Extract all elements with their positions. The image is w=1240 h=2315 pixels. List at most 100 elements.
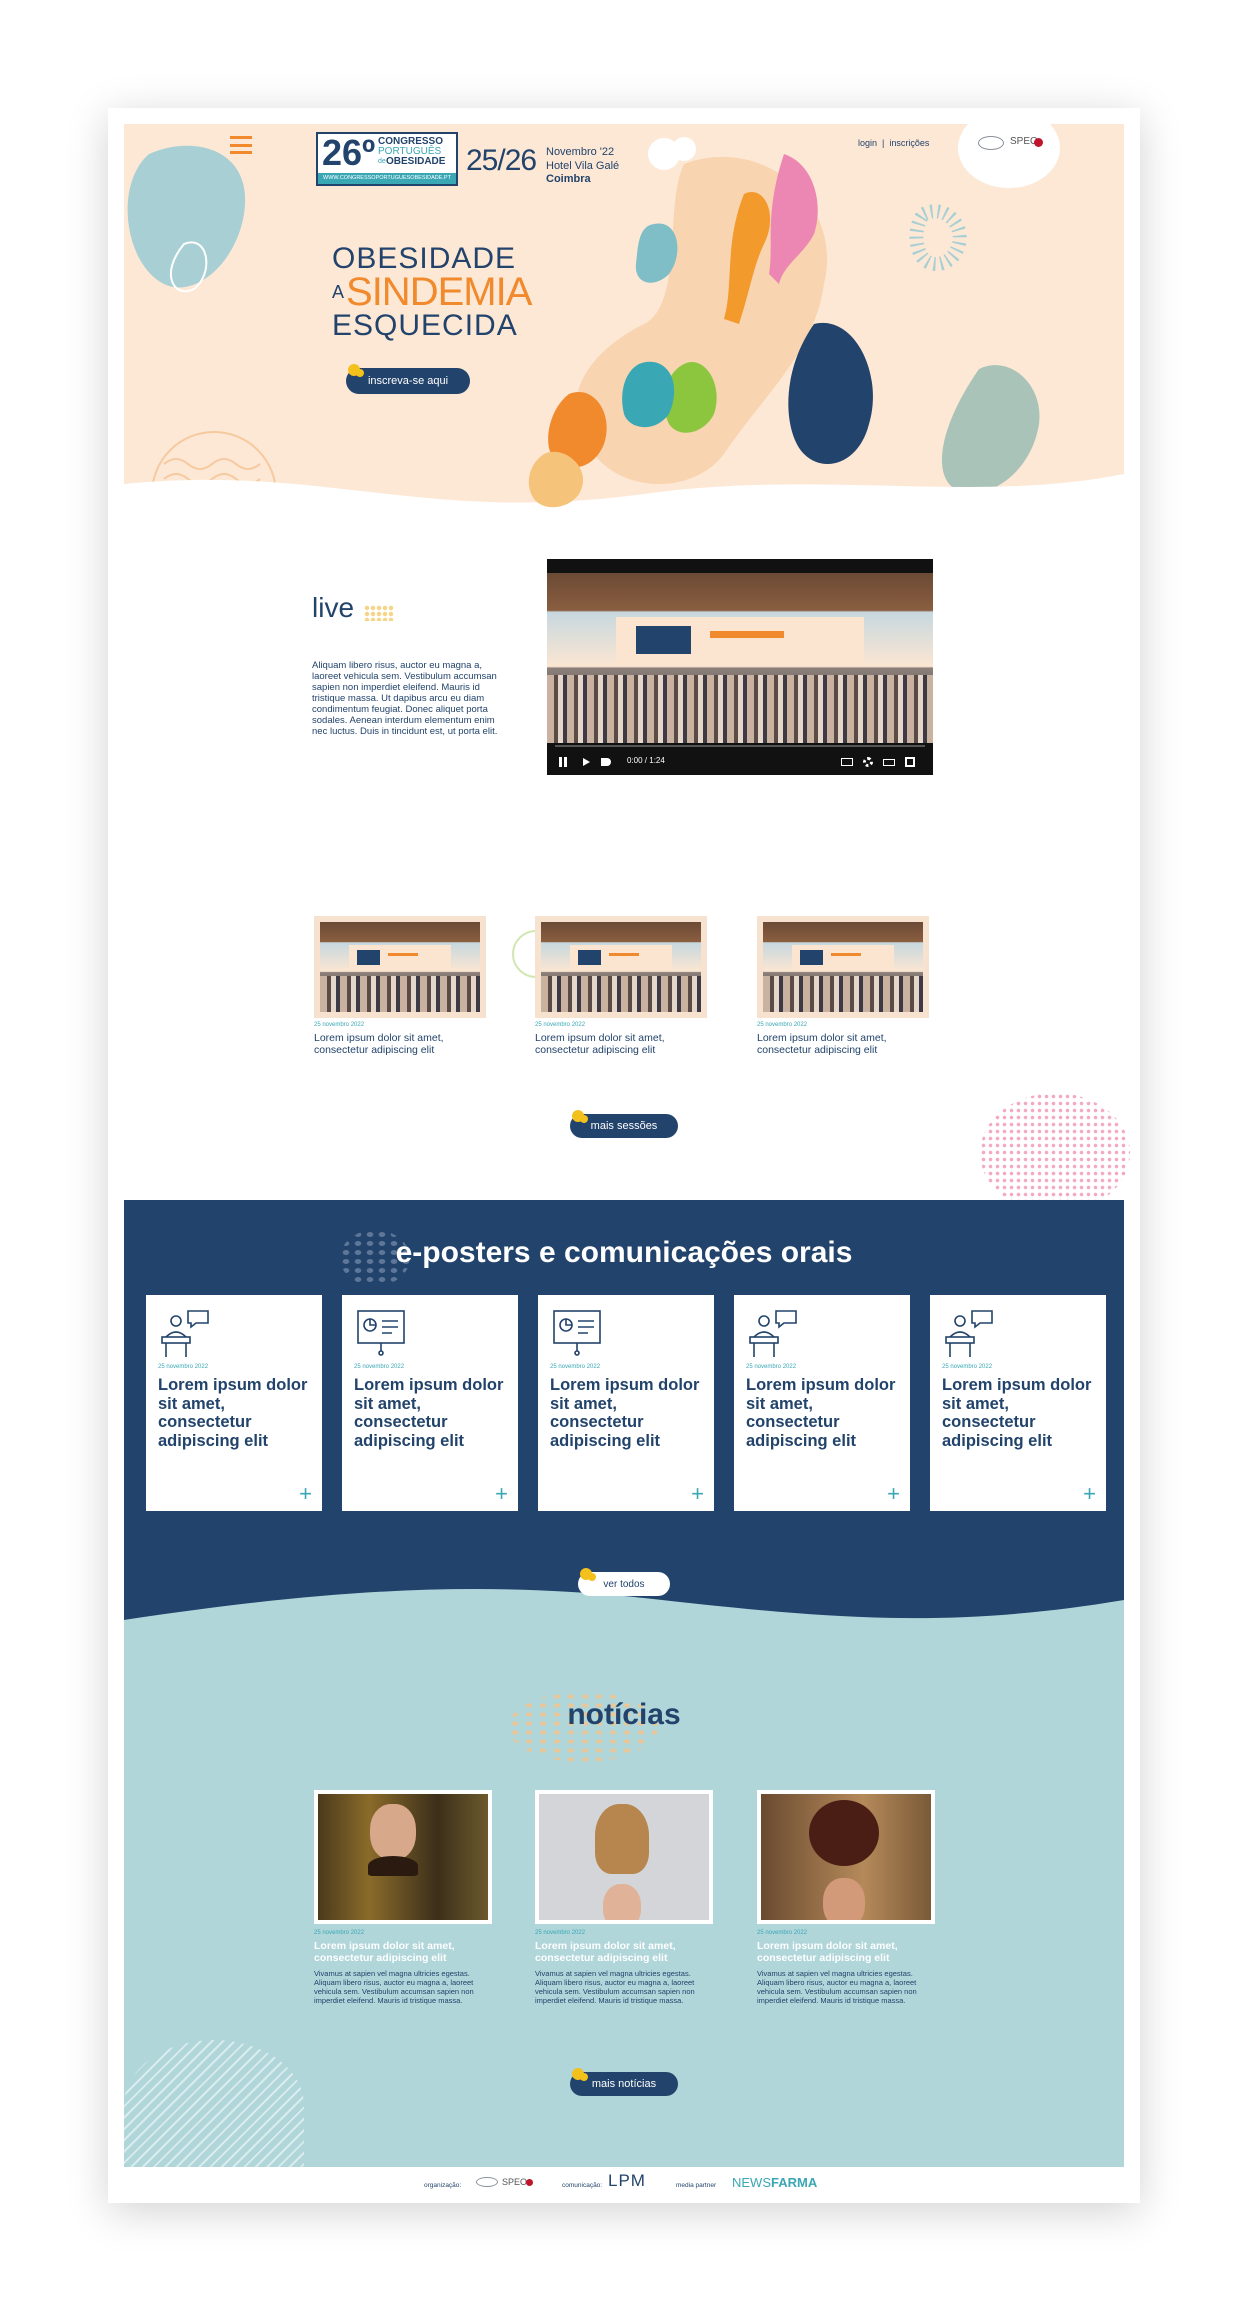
miniplayer-icon[interactable] <box>883 759 895 766</box>
hero-illustration <box>124 137 1124 529</box>
speo-dot-icon <box>526 2179 533 2186</box>
session-thumbnail[interactable] <box>314 916 486 1018</box>
video-frame <box>547 573 933 743</box>
more-sessions-label: mais sessões <box>590 1120 658 1132</box>
posters-heading: e-posters e comunicações orais <box>395 1236 853 1269</box>
pause-icon[interactable] <box>559 757 562 767</box>
news-card[interactable]: 25 novembro 2022 Lorem ipsum dolor sit a… <box>757 1790 935 2005</box>
poster-title: Lorem ipsum dolor sit amet, consectetur … <box>550 1376 700 1450</box>
next-icon[interactable] <box>583 758 590 766</box>
speo-dot-icon <box>1034 138 1043 147</box>
view-all-label: ver todos <box>603 1578 645 1590</box>
footer-media-label: media partner <box>676 2182 717 2189</box>
dots-decoration-icon <box>580 1568 592 1580</box>
live-description: Aliquam libero risus, auctor eu magna a,… <box>312 660 498 737</box>
more-news-label: mais notícias <box>591 2078 657 2090</box>
speaker-podium-icon <box>945 1310 993 1357</box>
news-title[interactable]: Lorem ipsum dolor sit amet, consectetur … <box>535 1940 713 1964</box>
more-sessions-button[interactable]: mais sessões <box>570 1110 678 1138</box>
poster-card[interactable]: 25 novembro 2022 Lorem ipsum dolor sit a… <box>734 1295 910 1511</box>
pink-dots-decoration <box>980 1093 1130 1213</box>
news-title[interactable]: Lorem ipsum dolor sit amet, consectetur … <box>314 1940 492 1964</box>
session-card[interactable]: 25 novembro 2022 Lorem ipsum dolor sit a… <box>757 1022 929 1056</box>
event-month: Novembro '22 <box>546 146 615 158</box>
session-title[interactable]: Lorem ipsum dolor sit amet, consectetur … <box>757 1032 929 1056</box>
hero-title-line3: ESQUECIDA <box>332 309 518 342</box>
session-card[interactable]: 25 novembro 2022 Lorem ipsum dolor sit a… <box>314 1022 486 1056</box>
news-photo[interactable] <box>535 1790 713 1924</box>
register-link[interactable]: inscrições <box>889 138 929 148</box>
news-date: 25 novembro 2022 <box>757 1930 808 1936</box>
speo-swoosh-icon <box>476 2177 498 2187</box>
session-date: 25 novembro 2022 <box>757 1022 808 1028</box>
hero-title-a: A <box>332 282 345 302</box>
register-cta-button[interactable]: inscreva-se aqui <box>346 364 470 394</box>
speo-swoosh-icon <box>978 136 1004 150</box>
news-photo[interactable] <box>314 1790 492 1924</box>
login-link[interactable]: login <box>858 138 877 148</box>
news-excerpt: Vivamus at sapien vel magna ultricies eg… <box>314 1969 474 2005</box>
session-thumbnail[interactable] <box>535 916 707 1018</box>
expand-plus-icon[interactable]: + <box>495 1483 508 1505</box>
subtitles-icon[interactable] <box>841 758 853 766</box>
footer-org-logo[interactable]: SPEO <box>502 2177 527 2187</box>
view-all-button[interactable]: ver todos <box>578 1568 670 1596</box>
congress-logo[interactable]: 26º CONGRESSO PORTUGUÊS de OBESIDADE WWW… <box>316 132 458 186</box>
dots-decoration-icon <box>364 605 394 621</box>
poster-date: 25 novembro 2022 <box>158 1364 209 1370</box>
news-card[interactable]: 25 novembro 2022 Lorem ipsum dolor sit a… <box>535 1790 713 2005</box>
logo-line4: OBESIDADE <box>386 156 446 167</box>
volume-icon[interactable] <box>601 758 611 766</box>
expand-plus-icon[interactable]: + <box>1083 1483 1096 1505</box>
fullscreen-icon[interactable] <box>905 757 915 767</box>
presentation-board-icon <box>357 1310 405 1356</box>
more-news-button[interactable]: mais notícias <box>570 2068 678 2096</box>
poster-date: 25 novembro 2022 <box>942 1364 993 1370</box>
menu-hamburger-icon[interactable] <box>230 136 252 154</box>
page-frame: 26º CONGRESSO PORTUGUÊS de OBESIDADE WWW… <box>108 108 1140 2203</box>
expand-plus-icon[interactable]: + <box>887 1483 900 1505</box>
news-card[interactable]: 25 novembro 2022 Lorem ipsum dolor sit a… <box>314 1790 492 2005</box>
poster-title: Lorem ipsum dolor sit amet, consectetur … <box>354 1376 504 1450</box>
video-progress-track[interactable] <box>555 745 925 747</box>
event-dates: 25/26 <box>466 144 537 177</box>
dots-decoration-icon <box>572 1110 584 1122</box>
poster-title: Lorem ipsum dolor sit amet, consectetur … <box>158 1376 308 1450</box>
logo-line3: de <box>378 158 386 165</box>
footer-comm-logo[interactable]: LPM <box>608 2171 646 2191</box>
news-date: 25 novembro 2022 <box>314 1930 365 1936</box>
footer-org-label: organização: <box>424 2182 462 2189</box>
session-card[interactable]: 25 novembro 2022 Lorem ipsum dolor sit a… <box>535 1022 707 1056</box>
session-thumbnail[interactable] <box>757 916 929 1018</box>
speaker-podium-icon <box>161 1310 209 1357</box>
poster-card[interactable]: 25 novembro 2022 Lorem ipsum dolor sit a… <box>146 1295 322 1511</box>
session-title[interactable]: Lorem ipsum dolor sit amet, consectetur … <box>314 1032 486 1056</box>
live-video-player[interactable]: 0:00 / 1:24 <box>547 559 933 775</box>
dots-decoration-icon <box>348 364 360 376</box>
top-links-separator: | <box>882 138 885 148</box>
event-venue: Hotel Vila Galé <box>546 160 620 172</box>
poster-card[interactable]: 25 novembro 2022 Lorem ipsum dolor sit a… <box>538 1295 714 1511</box>
news-excerpt: Vivamus at sapien vel magna ultricies eg… <box>757 1969 917 2005</box>
session-date: 25 novembro 2022 <box>535 1022 586 1028</box>
poster-title: Lorem ipsum dolor sit amet, consectetur … <box>746 1376 896 1450</box>
poster-card[interactable]: 25 novembro 2022 Lorem ipsum dolor sit a… <box>930 1295 1106 1511</box>
video-time: 0:00 / 1:24 <box>627 756 665 765</box>
news-title[interactable]: Lorem ipsum dolor sit amet, consectetur … <box>757 1940 935 1964</box>
dots-decoration-icon <box>572 2068 584 2080</box>
settings-gear-icon[interactable] <box>863 757 873 767</box>
news-date: 25 novembro 2022 <box>535 1930 586 1936</box>
poster-date: 25 novembro 2022 <box>746 1364 797 1370</box>
poster-date: 25 novembro 2022 <box>354 1364 405 1370</box>
poster-card[interactable]: 25 novembro 2022 Lorem ipsum dolor sit a… <box>342 1295 518 1511</box>
news-excerpt: Vivamus at sapien vel magna ultricies eg… <box>535 1969 695 2005</box>
poster-date: 25 novembro 2022 <box>550 1364 601 1370</box>
live-heading: live <box>312 592 355 623</box>
footer-media-logo[interactable]: NEWS FARMA <box>732 2175 817 2190</box>
expand-plus-icon[interactable]: + <box>299 1483 312 1505</box>
news-photo[interactable] <box>757 1790 935 1924</box>
poster-title: Lorem ipsum dolor sit amet, consectetur … <box>942 1376 1092 1450</box>
top-links: login | inscrições <box>858 138 929 148</box>
expand-plus-icon[interactable]: + <box>691 1483 704 1505</box>
session-title[interactable]: Lorem ipsum dolor sit amet, consectetur … <box>535 1032 707 1056</box>
